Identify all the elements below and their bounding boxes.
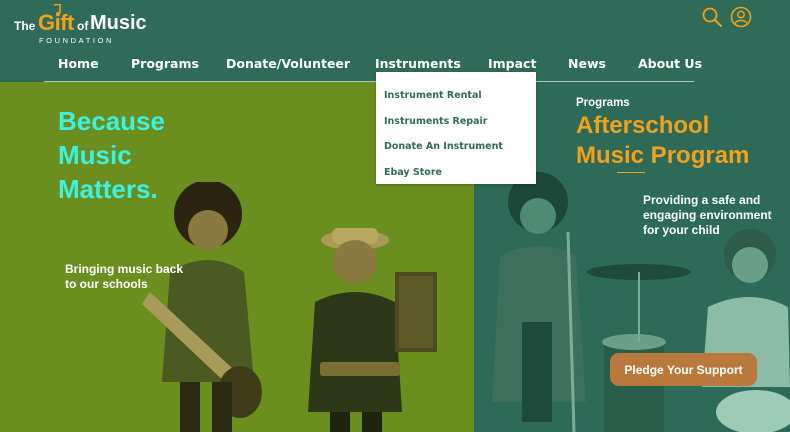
hero-left-title-line: Because [58,106,165,136]
amplifier-photo [395,272,437,352]
search-icon[interactable] [701,6,723,28]
user-icon[interactable] [730,6,752,28]
pledge-your-support-button[interactable]: Pledge Your Support [610,353,757,386]
nav-about-us[interactable]: About Us [638,56,702,71]
dropdown-item-donate-an-instrument[interactable]: Donate An Instrument [384,141,503,152]
gift-of-music-logo[interactable]: The Gift of Music FOUNDATION [14,4,154,45]
dropdown-item-ebay-store[interactable]: Ebay Store [384,167,442,178]
hero-right-title-line: Afterschool [576,112,710,139]
hero-right-title-line: Music Program [576,142,750,169]
instruments-dropdown-menu: Instrument Rental Instruments Repair Don… [376,72,536,184]
logo-word-the: The [14,19,36,33]
hero-left-title-line: Matters. [58,174,158,204]
programs-kicker: Programs [576,97,630,109]
logo-word-foundation: FOUNDATION [39,36,115,45]
title-underline-divider [617,172,645,173]
nav-programs[interactable]: Programs [131,56,199,71]
nav-news[interactable]: News [568,56,606,71]
drum-kit-photo [587,264,691,432]
child-with-guitar-photo [142,182,262,432]
nav-home[interactable]: Home [58,56,99,71]
hero-left-title-line: Music [58,140,132,170]
drummer-child-photo [702,229,790,432]
site-header: The Gift of Music FOUNDATION Home Progra… [0,0,790,82]
music-note-icon [53,4,61,16]
dropdown-item-instrument-rental[interactable]: Instrument Rental [384,90,482,101]
nav-donate-volunteer[interactable]: Donate/Volunteer [226,56,350,71]
child-with-microphone-photo [492,172,586,432]
nav-instruments[interactable]: Instruments [375,56,461,71]
logo-word-music: Music [90,12,147,34]
main-nav: Home Programs Donate/Volunteer Instrumen… [44,56,702,82]
hero-left-caption: Bringing music back to our schools [65,262,184,291]
hero-right-caption: Providing a safe and engaging environmen… [643,193,772,237]
logo-word-of: of [77,19,89,33]
nav-impact[interactable]: Impact [488,56,536,71]
dropdown-item-instruments-repair[interactable]: Instruments Repair [384,116,487,127]
